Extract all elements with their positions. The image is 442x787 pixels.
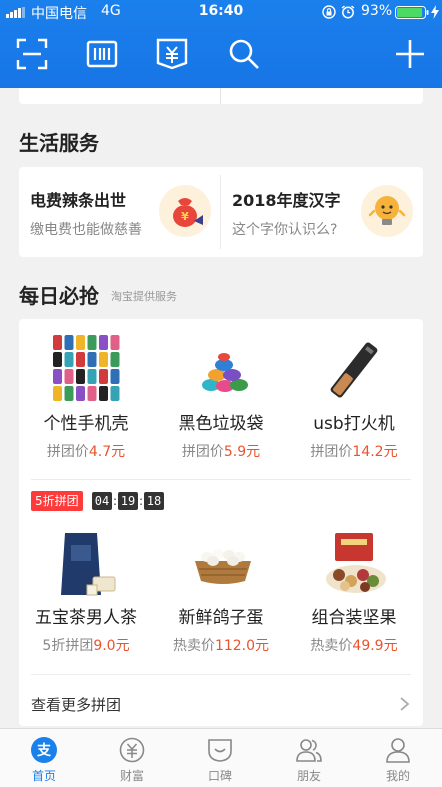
life-service-title: 电费辣条出世 — [30, 191, 127, 210]
top-header: 中国电信 4G 16:40 93% — [0, 0, 442, 88]
tab-label: 口碑 — [207, 769, 232, 783]
flash-deal-badge: 5折拼团 — [31, 491, 83, 511]
alipay-icon: 支 — [31, 737, 57, 763]
tab-home[interactable]: 支 首页 — [0, 729, 88, 787]
search-button[interactable] — [226, 36, 262, 72]
product-price: 热卖价112.0元 — [154, 635, 288, 655]
price-label: 热卖价 — [172, 638, 215, 654]
product-card[interactable]: 黑色垃圾袋 拼团价5.9元 — [154, 413, 288, 461]
countdown-seconds: 18 — [144, 492, 164, 510]
price-value: 5.9元 — [223, 444, 261, 460]
barcode-icon — [86, 40, 118, 68]
price-value: 14.2元 — [352, 444, 398, 460]
daily-deals-card: 个性手机壳 拼团价4.7元 黑色垃圾袋 拼团价5.9元 usb打火机 拼团价14… — [19, 319, 423, 726]
money-bag-icon: ¥ — [159, 185, 211, 237]
product-price: 拼团价14.2元 — [287, 441, 421, 461]
bottom-tab-bar: 支 首页 财富 口碑 朋友 我的 — [0, 728, 442, 787]
svg-text:支: 支 — [36, 742, 52, 759]
product-name: usb打火机 — [313, 414, 395, 434]
tab-koubei[interactable]: 口碑 — [176, 729, 264, 787]
more-group-deals-link[interactable]: 查看更多拼团 — [31, 682, 411, 726]
tab-label: 财富 — [119, 769, 144, 783]
life-service-title: 2018年度汉字 — [232, 191, 341, 210]
chevron-right-icon — [400, 697, 410, 711]
daily-deals-title: 每日必抢 — [19, 284, 99, 308]
life-services-title: 生活服务 — [19, 131, 99, 155]
product-name: 黑色垃圾袋 — [178, 414, 264, 434]
status-bar: 中国电信 4G 16:40 93% — [0, 0, 442, 24]
friends-icon — [296, 739, 322, 762]
countdown-hours: 04 — [92, 492, 112, 510]
charging-icon — [431, 5, 439, 19]
life-service-subtitle: 这个字你认识么? — [232, 222, 338, 238]
nuts-gift-box-image — [326, 533, 386, 593]
price-value: 112.0元 — [214, 638, 270, 654]
tab-profile[interactable]: 我的 — [354, 729, 442, 787]
rotation-lock-icon — [322, 5, 336, 19]
price-label: 热卖价 — [310, 638, 353, 654]
pay-barcode-button[interactable] — [84, 36, 120, 72]
price-label: 拼团价 — [310, 444, 353, 460]
scan-icon — [16, 38, 48, 70]
eggs-basket-image — [195, 549, 251, 584]
tab-label: 朋友 — [296, 769, 321, 783]
tab-wealth[interactable]: 财富 — [88, 729, 176, 787]
price-label: 5折拼团 — [42, 638, 94, 654]
product-card[interactable]: 五宝茶男人茶 5折拼团9.0元 — [19, 607, 153, 655]
product-name: 新鲜鸽子蛋 — [178, 608, 264, 628]
koubei-icon — [208, 739, 232, 762]
tab-label: 首页 — [31, 769, 56, 783]
profile-icon — [386, 738, 410, 763]
add-button[interactable] — [392, 36, 428, 72]
price-value: 49.9元 — [352, 638, 398, 654]
daily-deals-provider: 淘宝提供服务 — [111, 290, 177, 303]
life-service-item-word-of-year[interactable]: 2018年度汉字 这个字你认识么? — [221, 167, 423, 257]
product-card[interactable]: 新鲜鸽子蛋 热卖价112.0元 — [154, 607, 288, 655]
product-price: 5折拼团9.0元 — [19, 635, 153, 655]
collect-payment-button[interactable] — [154, 36, 190, 72]
product-price: 拼团价5.9元 — [154, 441, 288, 461]
price-label: 拼团价 — [46, 444, 89, 460]
product-card[interactable]: usb打火机 拼团价14.2元 — [287, 413, 421, 461]
scan-button[interactable] — [14, 36, 50, 72]
product-price: 热卖价49.9元 — [287, 635, 421, 655]
product-name: 五宝茶男人茶 — [35, 608, 137, 628]
battery-percent: 93% — [361, 3, 393, 19]
wealth-icon — [119, 737, 145, 763]
product-name: 组合装坚果 — [311, 608, 397, 628]
product-name: 个性手机壳 — [43, 414, 129, 434]
life-service-subtitle: 缴电费也能做慈善 — [30, 222, 142, 238]
product-card[interactable]: 组合装坚果 热卖价49.9元 — [287, 607, 421, 655]
trash-bag-image — [202, 353, 248, 392]
price-value: 4.7元 — [88, 444, 126, 460]
product-card[interactable]: 个性手机壳 拼团价4.7元 — [19, 413, 153, 461]
life-service-item-electricity[interactable]: 电费辣条出世 缴电费也能做慈善 ¥ — [19, 167, 220, 257]
tab-label: 我的 — [385, 769, 410, 783]
battery-icon — [395, 6, 429, 19]
plus-icon — [396, 40, 424, 68]
countdown-minutes: 19 — [118, 492, 138, 510]
lightbulb-icon — [361, 185, 413, 237]
phone-case-image — [53, 335, 120, 401]
price-label: 拼团价 — [181, 444, 224, 460]
top-shortcut-card-bottom — [19, 88, 423, 104]
price-value: 9.0元 — [93, 638, 130, 654]
tea-package-image — [61, 533, 116, 596]
usb-lighter-image — [330, 342, 378, 398]
product-price: 拼团价4.7元 — [19, 441, 153, 461]
life-services-card: 电费辣条出世 缴电费也能做慈善 ¥ 2018年度汉字 这个字你认识么? — [19, 167, 423, 257]
payment-code-icon — [156, 38, 188, 70]
tab-friends[interactable]: 朋友 — [265, 729, 353, 787]
svg-text:¥: ¥ — [181, 210, 189, 223]
more-group-deals-label: 查看更多拼团 — [31, 696, 122, 714]
search-icon — [229, 39, 259, 69]
alarm-icon — [341, 5, 355, 19]
